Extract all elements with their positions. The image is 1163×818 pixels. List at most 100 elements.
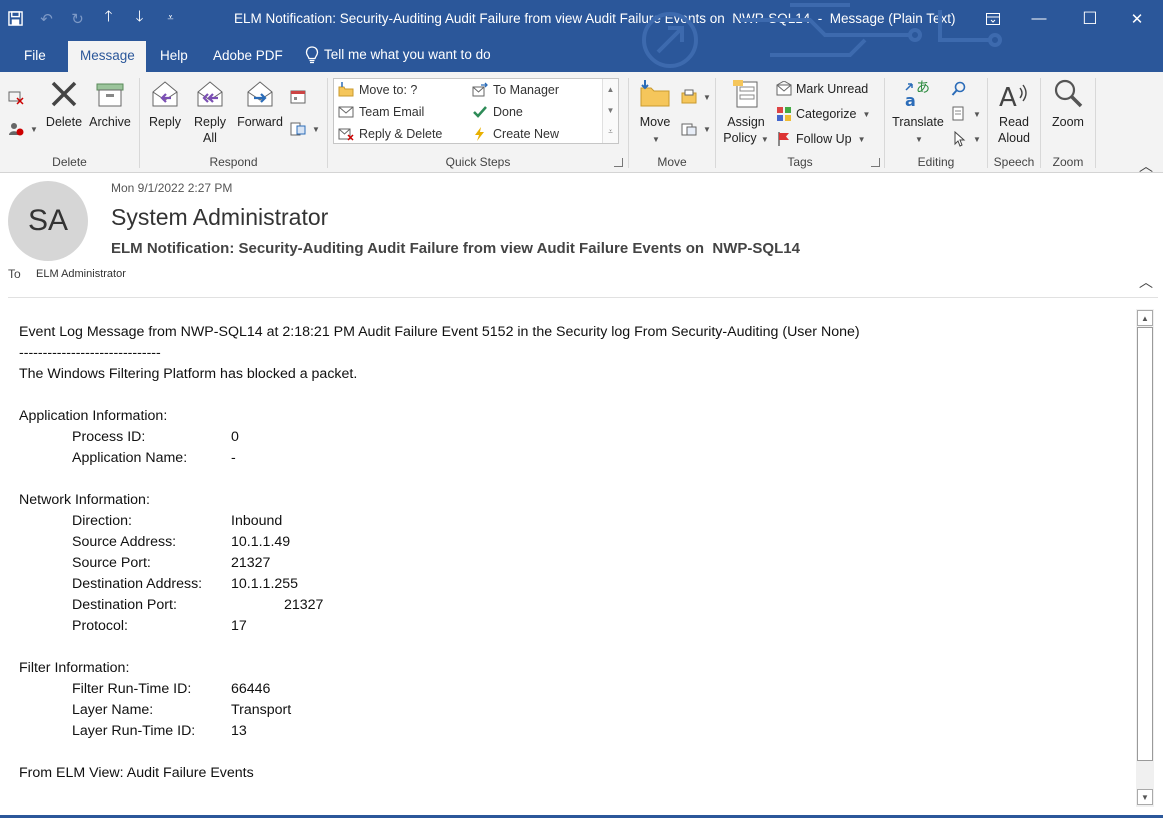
quick-step-move-to[interactable]: Move to: ?	[338, 82, 417, 98]
group-divider	[1095, 78, 1096, 168]
reply-all-label: Reply	[194, 115, 226, 129]
archive-button[interactable]: Archive	[87, 76, 133, 130]
rules-button[interactable]: ▼	[681, 86, 711, 108]
cursor-icon	[954, 131, 966, 147]
window-title: ELM Notification: Security-Auditing Audi…	[234, 11, 956, 26]
mark-unread-button[interactable]: Mark Unread	[776, 78, 868, 100]
quick-step-create-new[interactable]: Create New	[472, 126, 559, 142]
chevron-down-icon: ▼	[703, 92, 711, 102]
section-heading: Application Information:	[19, 408, 168, 424]
chevron-down-icon: ▼	[758, 135, 769, 144]
ribbon-tabs: File Message Help Adobe PDF	[0, 37, 1163, 72]
svg-text:あ: あ	[916, 80, 930, 96]
team-email-label: Team Email	[359, 105, 425, 119]
checkmark-icon	[473, 106, 487, 118]
categorize-button[interactable]: Categorize ▼	[776, 103, 870, 125]
to-label: To	[8, 267, 21, 281]
scrollbar-thumb[interactable]	[1137, 327, 1153, 761]
assign-policy-button[interactable]: Assign Policy ▼	[722, 76, 770, 148]
field-key: Application Name:	[72, 450, 188, 466]
ignore-button[interactable]	[8, 86, 24, 108]
archive-label: Archive	[89, 115, 131, 129]
message-scrollbar[interactable]: ▲ ▼	[1136, 309, 1154, 807]
select-button[interactable]: ▼	[951, 128, 981, 150]
minimize-button[interactable]: —	[1016, 0, 1062, 37]
actions-button[interactable]: ▼	[681, 118, 711, 140]
group-label-editing: Editing	[917, 155, 955, 169]
dialog-launcher-icon[interactable]	[871, 158, 880, 167]
meeting-button[interactable]	[290, 86, 306, 108]
follow-up-button[interactable]: Follow Up ▼	[776, 128, 866, 150]
field-row: Layer Run-Time ID: 13	[19, 721, 1129, 742]
to-manager-label: To Manager	[493, 83, 560, 97]
expand-gallery-icon[interactable]: ⩡	[603, 121, 618, 142]
next-item-icon[interactable]: 🡓	[124, 0, 155, 37]
tab-message[interactable]: Message	[68, 41, 146, 72]
tab-adobe-pdf[interactable]: Adobe PDF	[201, 41, 295, 72]
quick-access-toolbar: ↶ ↻ 🡑 🡓 ⩡	[0, 0, 186, 37]
dialog-launcher-icon[interactable]	[614, 158, 623, 167]
forward-label: Forward	[237, 115, 283, 129]
field-row: Source Port: 21327	[19, 553, 1129, 574]
translate-button[interactable]: aあ Translate ▼	[889, 76, 947, 148]
section-heading: Network Information:	[19, 492, 150, 508]
quick-step-reply-delete[interactable]: Reply & Delete	[338, 126, 442, 142]
ribbon-display-icon[interactable]	[970, 0, 1016, 37]
field-key: Layer Name:	[72, 702, 154, 718]
maximize-button[interactable]: ☐	[1067, 0, 1113, 37]
field-row: Protocol: 17	[19, 616, 1129, 637]
field-value: Transport	[231, 702, 292, 718]
group-label-respond: Respond	[209, 155, 258, 169]
recipient-name[interactable]: ELM Administrator	[36, 268, 126, 280]
follow-up-label: Follow Up	[796, 132, 852, 146]
collapse-header-icon[interactable]: ︿	[1139, 272, 1153, 292]
sender-name[interactable]: System Administrator	[111, 204, 328, 231]
quick-step-to-manager[interactable]: To Manager	[472, 82, 559, 98]
reply-delete-icon	[338, 128, 354, 141]
scroll-down-icon[interactable]: ▼	[603, 100, 618, 121]
reply-all-button[interactable]: Reply All	[188, 76, 232, 146]
field-value: 0	[231, 429, 239, 445]
quick-steps-scrollbar[interactable]: ▲ ▼ ⩡	[602, 79, 618, 143]
assign-policy-label-line2: Policy	[723, 131, 757, 145]
save-icon[interactable]	[0, 0, 31, 37]
chevron-down-icon: ▼	[862, 109, 871, 119]
previous-item-icon[interactable]: 🡑	[93, 0, 124, 37]
collapse-ribbon-icon[interactable]: ︿	[1139, 156, 1153, 176]
junk-button[interactable]: ▼	[8, 118, 38, 140]
quick-steps-gallery: Move to: ? To Manager Team Email Done Re…	[333, 78, 619, 144]
zoom-button[interactable]: Zoom	[1045, 76, 1091, 130]
quick-step-team-email[interactable]: Team Email	[338, 104, 424, 120]
scroll-down-icon[interactable]: ▼	[1137, 789, 1153, 805]
tab-file[interactable]: File	[12, 41, 58, 72]
title-bar: ↶ ↻ 🡑 🡓 ⩡ ELM Notification: Security-Aud…	[0, 0, 1163, 37]
move-button[interactable]: Move ▼	[635, 76, 675, 148]
tell-me-search[interactable]: Tell me what you want to do	[305, 37, 491, 72]
actions-icon	[681, 123, 697, 136]
reply-button[interactable]: Reply	[146, 76, 184, 130]
undo-icon[interactable]: ↶	[31, 0, 62, 37]
tab-help[interactable]: Help	[148, 41, 200, 72]
group-speech: A Read Aloud Speech	[988, 72, 1040, 172]
find-button[interactable]	[951, 78, 967, 100]
quick-step-done[interactable]: Done	[472, 104, 523, 120]
related-button[interactable]: ▼	[951, 103, 981, 125]
chevron-down-icon: ▼	[312, 124, 320, 134]
scroll-up-icon[interactable]: ▲	[1137, 310, 1153, 326]
field-row: Direction: Inbound	[19, 511, 1129, 532]
scroll-up-icon[interactable]: ▲	[603, 79, 618, 100]
message-body[interactable]: Event Log Message from NWP-SQL14 at 2:18…	[19, 322, 1129, 784]
customize-icon[interactable]: ⩡	[155, 0, 186, 37]
reply-all-label-line2: All	[203, 131, 217, 145]
junk-icon	[9, 123, 24, 136]
more-respond-button[interactable]: ▼	[290, 118, 320, 140]
close-button[interactable]: ✕	[1114, 0, 1160, 37]
field-key: Protocol:	[72, 618, 128, 634]
avatar[interactable]: SA	[8, 181, 88, 261]
body-line: Event Log Message from NWP-SQL14 at 2:18…	[19, 324, 860, 340]
redo-icon[interactable]: ↻	[62, 0, 93, 37]
body-line: The Windows Filtering Platform has block…	[19, 366, 358, 382]
read-aloud-button[interactable]: A Read Aloud	[992, 76, 1036, 146]
forward-button[interactable]: Forward	[234, 76, 286, 130]
delete-button[interactable]: Delete	[43, 76, 85, 130]
